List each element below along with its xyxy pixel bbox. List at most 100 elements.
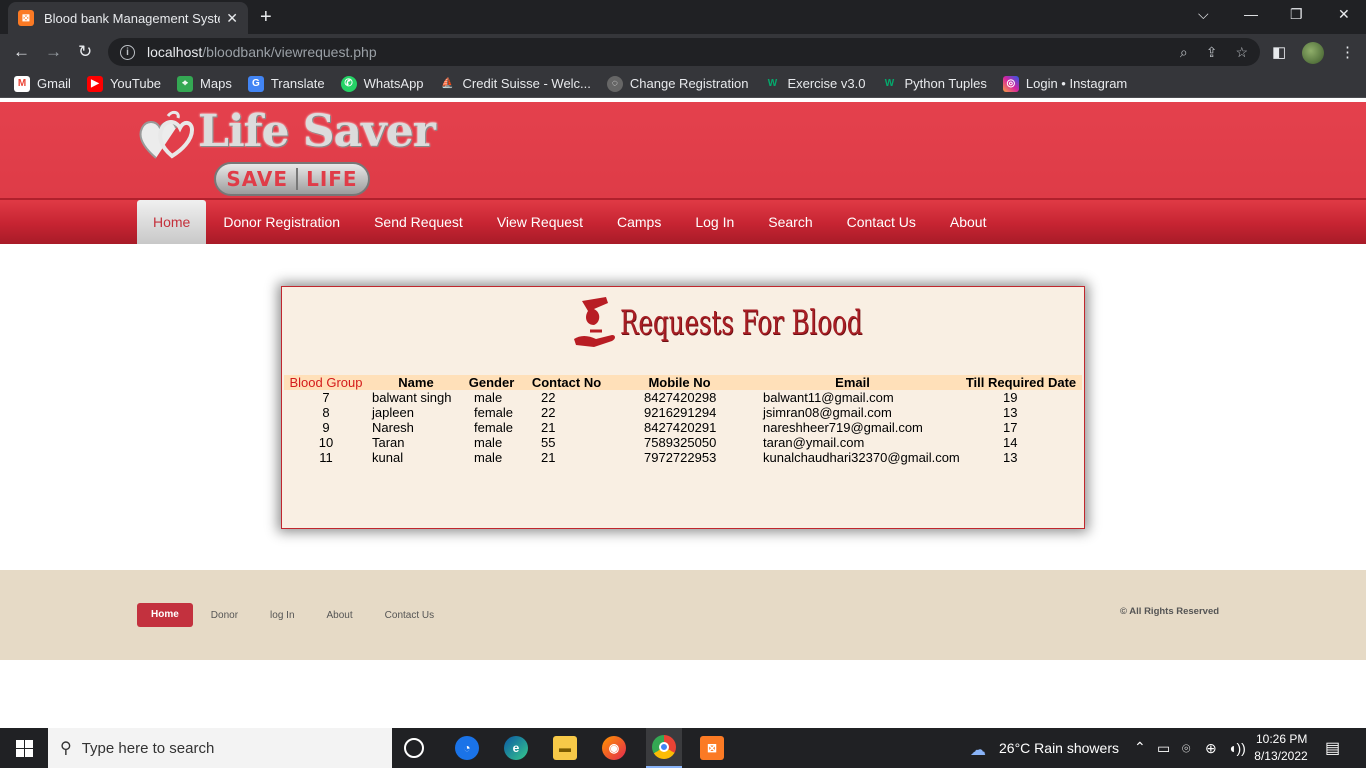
weather-text[interactable]: 26°C Rain showers	[999, 740, 1119, 756]
bookmark-label: Python Tuples	[904, 76, 987, 91]
nav-camps[interactable]: Camps	[600, 200, 678, 244]
nav-contact-us[interactable]: Contact Us	[830, 200, 933, 244]
table-row: 8 japleen female 22 9216291294 jsimran08…	[284, 405, 1082, 420]
site-logo[interactable]: Life Saver SAVE LIFE	[138, 106, 436, 198]
bookmark-label: Maps	[200, 76, 232, 91]
hearts-logo-icon	[139, 110, 194, 159]
logo-life-text: LIFE	[306, 167, 358, 191]
clock-date[interactable]: 8/13/2022	[1254, 749, 1308, 763]
battery-icon[interactable]: ▭	[1157, 740, 1170, 757]
windows-start-button[interactable]	[0, 728, 48, 768]
bookmark-maps[interactable]: ⌖ Maps	[177, 75, 232, 92]
cell-name: japleen	[372, 405, 414, 420]
blood-drop-hand-icon	[574, 297, 615, 347]
restore-icon[interactable]: ❐	[1290, 6, 1303, 23]
cortana-app-icon[interactable]: ◔	[455, 736, 479, 760]
browser-tab[interactable]: ⊠ Blood bank Management System ✕	[8, 2, 248, 34]
xampp-taskbar-icon[interactable]: ⊠	[700, 736, 724, 760]
nav-search[interactable]: Search	[751, 200, 829, 244]
volume-icon[interactable]: ◖))	[1228, 740, 1246, 756]
share-icon[interactable]: ⇪	[1206, 44, 1218, 61]
side-panel-icon[interactable]: ◧	[1272, 43, 1286, 61]
weather-icon[interactable]: ☁	[970, 740, 986, 760]
footer-nav-donor[interactable]: Donor	[211, 610, 238, 621]
bookmark-gmail[interactable]: M Gmail	[14, 75, 71, 92]
bookmark-instagram[interactable]: ◎ Login • Instagram	[1002, 75, 1127, 92]
url-text[interactable]: localhost/bloodbank/viewrequest.php	[147, 44, 1162, 60]
bookmark-label: Change Registration	[629, 76, 749, 91]
bookmark-credit-suisse[interactable]: ⛵ Credit Suisse - Welc...	[440, 76, 591, 92]
logo-separator	[296, 168, 299, 190]
cell-mobile-no: 7972722953	[644, 450, 717, 465]
bookmark-star-icon[interactable]: ☆	[1235, 44, 1248, 61]
cell-till-date: 14	[1003, 435, 1018, 450]
windows-taskbar: ⚲ Type here to search ◔ e ▬ ◉ ⊠ ☁ 26°C R…	[0, 728, 1366, 768]
cell-blood-group: 11	[319, 450, 333, 465]
reload-icon[interactable]: ↻	[78, 42, 92, 62]
footer-nav-contact-us[interactable]: Contact Us	[385, 610, 434, 621]
nav-donor-registration[interactable]: Donor Registration	[206, 200, 357, 244]
menu-dots-icon[interactable]: ⋮	[1340, 43, 1355, 61]
profile-avatar[interactable]	[1302, 42, 1324, 64]
cell-gender: female	[474, 420, 514, 435]
task-view-icon[interactable]	[404, 738, 424, 758]
zoom-icon[interactable]: ⌕	[1180, 44, 1188, 61]
footer-nav-about[interactable]: About	[327, 610, 353, 621]
search-icon: ⚲	[60, 740, 72, 757]
bookmark-whatsapp[interactable]: ✆ WhatsApp	[340, 75, 424, 92]
show-hidden-icons-chevron-icon[interactable]: ⌃	[1134, 739, 1146, 756]
gmail-icon: M	[14, 75, 30, 92]
cell-till-date: 19	[1003, 390, 1018, 405]
camera-icon[interactable]: ⌾	[1182, 740, 1190, 757]
bookmark-change-registration[interactable]: ◌ Change Registration	[606, 75, 749, 92]
cell-gender: male	[474, 435, 503, 450]
nav-log-in[interactable]: Log In	[678, 200, 751, 244]
cell-till-date: 13	[1003, 450, 1018, 465]
cell-blood-group: 8	[322, 405, 330, 420]
address-bar[interactable]: i localhost/bloodbank/viewrequest.php ⌕ …	[108, 38, 1260, 66]
close-tab-icon[interactable]: ✕	[226, 10, 238, 27]
col-till-required-date: Till Required Date	[960, 375, 1082, 390]
file-explorer-icon[interactable]: ▬	[553, 736, 577, 760]
edge-icon[interactable]: e	[504, 736, 528, 760]
cell-mobile-no: 7589325050	[644, 435, 717, 450]
notifications-icon[interactable]: ▤	[1325, 738, 1340, 758]
bookmark-translate[interactable]: G Translate	[247, 75, 325, 92]
taskbar-search-box[interactable]: ⚲ Type here to search	[48, 728, 392, 768]
main-navigation: Home Donor Registration Send Request Vie…	[0, 198, 1366, 244]
clock-time[interactable]: 10:26 PM	[1256, 732, 1307, 746]
logo-badge: SAVE LIFE	[214, 162, 370, 196]
nav-about[interactable]: About	[933, 200, 1004, 244]
col-email: Email	[745, 375, 960, 390]
requests-heading: Requests For Blood	[572, 293, 957, 353]
close-window-icon[interactable]: ✕	[1338, 6, 1350, 23]
cell-blood-group: 9	[322, 420, 330, 435]
translate-icon: G	[247, 75, 264, 92]
col-blood-group: Blood Group	[284, 375, 368, 390]
minimize-icon[interactable]: —	[1244, 6, 1258, 22]
footer-nav-home[interactable]: Home	[137, 603, 193, 627]
bookmark-youtube[interactable]: ▶ YouTube	[86, 75, 161, 92]
bookmark-python-tuples[interactable]: W Python Tuples	[881, 76, 987, 92]
new-tab-icon[interactable]: +	[260, 6, 272, 29]
tab-search-chevron-icon[interactable]: ⌵	[1198, 6, 1209, 23]
logo-title: Life Saver	[198, 106, 436, 157]
cell-mobile-no: 8427420298	[644, 390, 717, 405]
network-icon[interactable]: ⊕	[1205, 740, 1217, 757]
site-info-icon[interactable]: i	[120, 44, 135, 60]
firefox-icon[interactable]: ◉	[602, 736, 626, 760]
nav-send-request[interactable]: Send Request	[357, 200, 480, 244]
nav-home[interactable]: Home	[137, 200, 207, 244]
requests-panel: Requests For Blood Blood Group Name Gend…	[281, 286, 1085, 529]
chrome-icon	[652, 735, 676, 759]
cell-email: jsimran08@gmail.com	[763, 405, 892, 420]
nav-view-request[interactable]: View Request	[480, 200, 600, 244]
chrome-taskbar-button[interactable]	[646, 728, 682, 768]
footer-nav-log-in[interactable]: log In	[270, 610, 294, 621]
w3schools-icon: W	[767, 78, 778, 89]
tab-title: Blood bank Management System	[44, 10, 221, 26]
cell-email: nareshheer719@gmail.com	[763, 420, 923, 435]
back-arrow-icon[interactable]: ←	[13, 42, 30, 62]
bookmark-exercise[interactable]: W Exercise v3.0	[764, 76, 866, 92]
forward-arrow-icon[interactable]: →	[45, 42, 62, 62]
